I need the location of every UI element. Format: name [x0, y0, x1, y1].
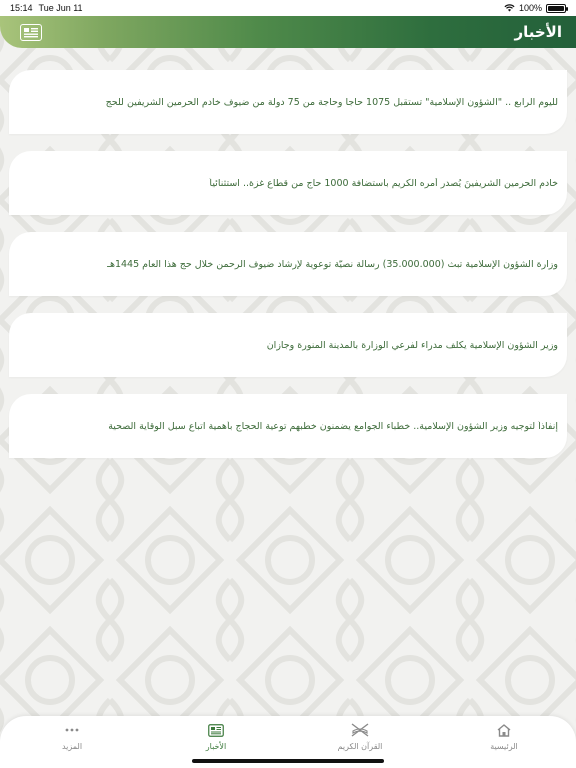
news-headline: خادم الحرمين الشريفينَ يُصدر أمره الكريم…: [209, 177, 558, 189]
tab-label: الأخبار: [205, 742, 227, 751]
battery-percentage: 100%: [518, 3, 542, 13]
battery-icon: [546, 3, 568, 13]
news-list: لليوم الرابع .. "الشؤون الإسلامية" تستقب…: [9, 70, 567, 475]
news-list-icon: [24, 27, 38, 37]
more-dots-icon: [65, 728, 79, 732]
status-bar: 15:14 Tue Jun 11 100%: [0, 0, 576, 16]
news-headline: وزير الشؤون الإسلامية يكلف مدراء لفرعي ا…: [266, 339, 558, 351]
news-item[interactable]: وزير الشؤون الإسلامية يكلف مدراء لفرعي ا…: [9, 313, 567, 377]
home-icon: [497, 723, 511, 737]
news-icon: [208, 723, 224, 737]
news-headline: وزارة الشؤون الإسلامية تبث (35.000.000) …: [107, 258, 558, 270]
tab-home[interactable]: الرئيسية: [432, 716, 576, 768]
wifi-icon: [504, 4, 515, 12]
news-headline: إنفاذاً لتوجيه وزير الشؤون الإسلامية.. خ…: [108, 420, 558, 432]
home-indicator: [192, 759, 384, 763]
news-item[interactable]: خادم الحرمين الشريفينَ يُصدر أمره الكريم…: [9, 151, 567, 215]
app-header: الأخبار: [0, 16, 576, 48]
status-time: 15:14: [10, 3, 33, 13]
page-title: الأخبار: [514, 23, 562, 41]
news-list-button[interactable]: [20, 23, 42, 41]
tab-label: الرئيسية: [490, 742, 518, 751]
quran-icon: [351, 723, 369, 737]
status-date: Tue Jun 11: [38, 3, 83, 13]
tab-more[interactable]: المزيد: [0, 716, 144, 768]
tab-label: القرآن الكريم: [337, 742, 383, 751]
news-item[interactable]: وزارة الشؤون الإسلامية تبث (35.000.000) …: [9, 232, 567, 296]
news-item[interactable]: لليوم الرابع .. "الشؤون الإسلامية" تستقب…: [9, 70, 567, 134]
news-headline: لليوم الرابع .. "الشؤون الإسلامية" تستقب…: [105, 96, 558, 108]
news-item[interactable]: إنفاذاً لتوجيه وزير الشؤون الإسلامية.. خ…: [9, 394, 567, 458]
tab-label: المزيد: [61, 742, 83, 751]
